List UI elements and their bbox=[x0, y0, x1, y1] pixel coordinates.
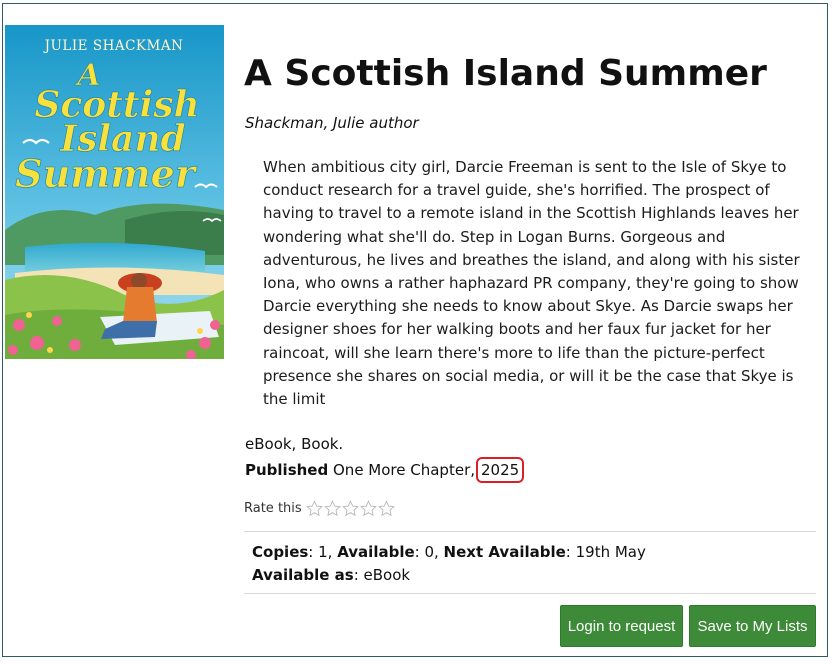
publisher-name: One More Chapter, bbox=[333, 461, 476, 479]
publication-info: Published One More Chapter, 2025 bbox=[245, 457, 525, 483]
login-to-request-button[interactable]: Login to request bbox=[560, 605, 683, 647]
availability-info: Copies: 1, Available: 0, Next Available:… bbox=[252, 541, 646, 586]
book-title: A Scottish Island Summer bbox=[244, 53, 767, 94]
rate-this-label: Rate this bbox=[244, 501, 302, 516]
available-label: Available bbox=[337, 543, 415, 561]
book-summary: When ambitious city girl, Darcie Freeman… bbox=[263, 158, 800, 409]
available-as-line: Available as: eBook bbox=[252, 564, 646, 587]
copies-value: : 1, bbox=[308, 543, 338, 561]
copies-line: Copies: 1, Available: 0, Next Available:… bbox=[252, 541, 646, 564]
star-icon-2[interactable] bbox=[323, 500, 341, 517]
cover-author-text: JULIE SHACKMAN bbox=[43, 38, 184, 54]
star-icon-1[interactable] bbox=[305, 500, 323, 517]
available-value: : 0, bbox=[414, 543, 444, 561]
divider-bottom bbox=[244, 593, 816, 594]
star-icon-5[interactable] bbox=[377, 500, 395, 517]
book-cover-image[interactable]: JULIE SHACKMAN A Scottish Island Summer bbox=[5, 25, 224, 359]
copies-label: Copies bbox=[252, 543, 309, 561]
rating-widget: Rate this bbox=[244, 500, 396, 517]
rating-stars bbox=[305, 500, 396, 517]
cover-title-line4: Summer bbox=[15, 151, 198, 196]
available-as-label: Available as bbox=[252, 565, 354, 584]
book-author[interactable]: Shackman, Julie author bbox=[245, 114, 419, 132]
publication-year: 2025 bbox=[476, 457, 525, 483]
next-available-label: Next Available bbox=[443, 543, 566, 561]
cover-illustration: JULIE SHACKMAN A Scottish Island Summer bbox=[5, 25, 224, 359]
published-label: Published bbox=[245, 461, 329, 479]
next-available-value: : 19th May bbox=[565, 543, 646, 561]
star-icon-4[interactable] bbox=[359, 500, 377, 517]
save-to-my-lists-button[interactable]: Save to My Lists bbox=[689, 605, 816, 647]
star-icon-3[interactable] bbox=[341, 500, 359, 517]
divider-top bbox=[244, 531, 816, 532]
book-format: eBook, Book. bbox=[245, 435, 344, 453]
available-as-value: : eBook bbox=[353, 565, 411, 584]
